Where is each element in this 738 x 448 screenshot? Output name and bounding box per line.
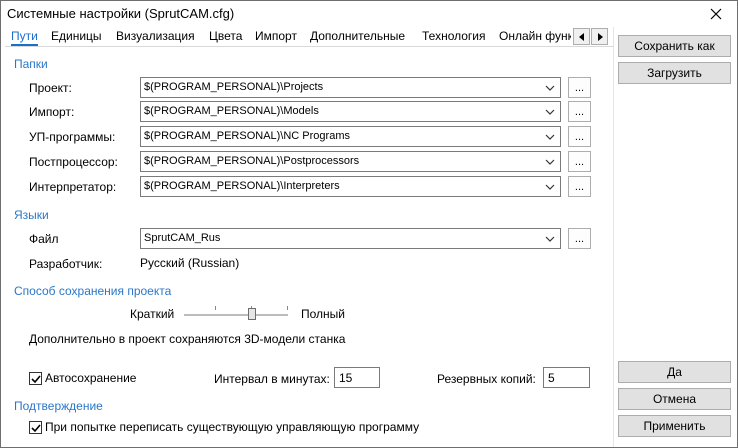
folder-label-nc-programs: УП-программы: — [29, 130, 116, 144]
apply-button[interactable]: Применить — [618, 415, 731, 437]
title-bar: Системные настройки (SprutCAM.cfg) — [1, 1, 737, 27]
autosave-interval-label: Интервал в минутах: — [214, 372, 330, 386]
tab-technology[interactable]: Технология — [422, 29, 486, 46]
folder-combo-postprocessor[interactable]: $(PROGRAM_PERSONAL)\Postprocessors — [140, 151, 561, 172]
load-button[interactable]: Загрузить — [618, 62, 731, 84]
tab-advanced[interactable]: Дополнительные — [310, 29, 405, 46]
checkmark-icon — [30, 423, 41, 432]
language-developer-value: Русский (Russian) — [140, 256, 240, 270]
section-save-mode-header: Способ сохранения проекта — [14, 284, 172, 298]
browse-button-interpreter[interactable]: ... — [568, 176, 591, 197]
tab-online-functions[interactable]: Онлайн функ — [499, 29, 571, 46]
browse-button-project[interactable]: ... — [568, 77, 591, 98]
backups-value: 5 — [548, 371, 555, 385]
save-mode-note: Дополнительно в проект сохраняются 3D-мо… — [29, 332, 346, 346]
section-languages-header: Языки — [14, 208, 49, 222]
close-icon — [710, 8, 722, 20]
save-mode-slider[interactable] — [184, 314, 288, 316]
browse-button-postprocessor[interactable]: ... — [568, 151, 591, 172]
folder-value-nc-programs: $(PROGRAM_PERSONAL)\NC Programs — [144, 130, 350, 142]
settings-dialog: Системные настройки (SprutCAM.cfg) Пути … — [0, 0, 738, 448]
tab-import[interactable]: Импорт — [255, 29, 297, 46]
tab-visualization[interactable]: Визуализация — [116, 29, 195, 46]
language-file-value: SprutCAM_Rus — [144, 232, 221, 244]
checkmark-icon — [30, 374, 41, 383]
window-title: Системные настройки (SprutCAM.cfg) — [7, 6, 235, 21]
folder-combo-project[interactable]: $(PROGRAM_PERSONAL)\Projects — [140, 77, 561, 98]
chevron-down-icon — [545, 85, 555, 91]
tab-paths[interactable]: Пути — [11, 29, 38, 46]
chevron-down-icon — [545, 184, 555, 190]
overwrite-confirm-label: При попытке переписать существующую упра… — [45, 420, 420, 434]
triangle-left-icon — [578, 32, 584, 41]
panel-divider — [613, 27, 614, 447]
tab-units[interactable]: Единицы — [51, 29, 102, 46]
browse-button-language[interactable]: ... — [568, 228, 591, 249]
section-confirmation-header: Подтверждение — [14, 399, 103, 413]
folder-label-project: Проект: — [29, 81, 72, 95]
chevron-down-icon — [545, 159, 555, 165]
tab-scroll-right[interactable] — [591, 28, 608, 45]
folder-label-interpreter: Интерпретатор: — [29, 180, 117, 194]
folder-value-project: $(PROGRAM_PERSONAL)\Projects — [144, 81, 324, 93]
save-mode-slider-thumb[interactable] — [248, 308, 256, 320]
browse-button-nc-programs[interactable]: ... — [568, 126, 591, 147]
cancel-button[interactable]: Отмена — [618, 388, 731, 410]
triangle-right-icon — [597, 32, 603, 41]
backups-input[interactable]: 5 — [543, 367, 590, 388]
save-mode-min-label: Краткий — [130, 307, 175, 321]
browse-button-import[interactable]: ... — [568, 101, 591, 122]
autosave-interval-input[interactable]: 15 — [334, 367, 380, 388]
autosave-label: Автосохранение — [45, 371, 137, 385]
slider-tick — [215, 306, 216, 310]
folder-combo-nc-programs[interactable]: $(PROGRAM_PERSONAL)\NC Programs — [140, 126, 561, 147]
tab-scroll-left[interactable] — [573, 28, 590, 45]
save-as-button[interactable]: Сохранить как — [618, 35, 731, 57]
folder-combo-interpreter[interactable]: $(PROGRAM_PERSONAL)\Interpreters — [140, 176, 561, 197]
save-mode-max-label: Полный — [301, 307, 345, 321]
folder-value-import: $(PROGRAM_PERSONAL)\Models — [144, 105, 319, 117]
overwrite-confirm-checkbox[interactable] — [29, 421, 42, 434]
folder-label-import: Импорт: — [29, 105, 75, 119]
autosave-checkbox[interactable] — [29, 372, 42, 385]
language-file-label: Файл — [29, 232, 59, 246]
close-button[interactable] — [701, 2, 731, 26]
language-developer-label: Разработчик: — [29, 257, 103, 271]
ok-button[interactable]: Да — [618, 361, 731, 383]
autosave-interval-value: 15 — [339, 371, 353, 385]
chevron-down-icon — [545, 134, 555, 140]
language-file-combo[interactable]: SprutCAM_Rus — [140, 228, 561, 249]
slider-tick — [287, 306, 288, 310]
tab-colors[interactable]: Цвета — [209, 29, 242, 46]
folder-combo-import[interactable]: $(PROGRAM_PERSONAL)\Models — [140, 101, 561, 122]
folder-value-postprocessor: $(PROGRAM_PERSONAL)\Postprocessors — [144, 155, 360, 167]
folder-label-postprocessor: Постпроцессор: — [29, 155, 118, 169]
chevron-down-icon — [545, 236, 555, 242]
folder-value-interpreter: $(PROGRAM_PERSONAL)\Interpreters — [144, 180, 340, 192]
chevron-down-icon — [545, 109, 555, 115]
section-folders-header: Папки — [14, 57, 48, 71]
tab-strip: Пути Единицы Визуализация Цвета Импорт Д… — [5, 27, 613, 47]
backups-label: Резервных копий: — [437, 372, 536, 386]
